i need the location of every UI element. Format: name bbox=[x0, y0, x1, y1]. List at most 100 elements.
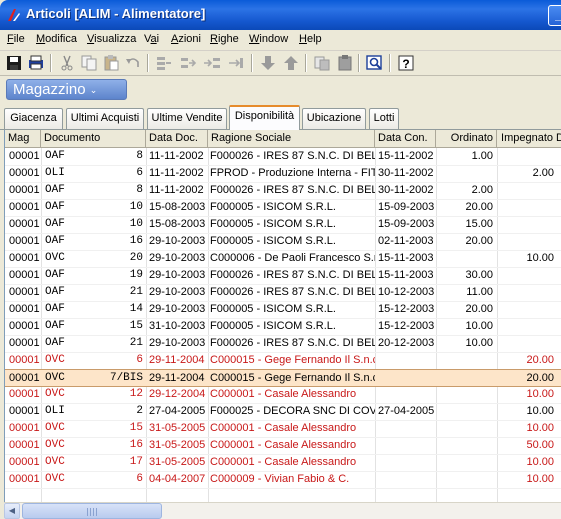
column-header-impegnato[interactable]: Impegnato D bbox=[497, 130, 561, 147]
menu-vai[interactable]: Vai bbox=[144, 33, 159, 45]
cell-mag: 00001 bbox=[9, 337, 40, 349]
cell-doc-type: OAF bbox=[45, 218, 65, 230]
arrow-down-icon[interactable] bbox=[259, 54, 277, 72]
column-header-ordinato[interactable]: Ordinato bbox=[436, 130, 497, 147]
cell-data-doc: 29-10-2003 bbox=[149, 286, 206, 298]
table-row[interactable]: 00001 OVC 17 31-05-2005 C000001 - Casale Ale… bbox=[5, 454, 561, 472]
cell-data-con: 15-09-2003 bbox=[378, 201, 435, 213]
save-icon[interactable] bbox=[5, 54, 23, 72]
cell-impegnato: 10.00 bbox=[526, 388, 554, 400]
tab-giacenza[interactable]: Giacenza bbox=[4, 108, 63, 129]
cell-data-doc: 29-10-2003 bbox=[149, 235, 206, 247]
cell-data-con: 15-12-2003 bbox=[378, 303, 435, 315]
cell-doc-type: OVC bbox=[45, 422, 65, 434]
menu-righe[interactable]: Righe bbox=[210, 33, 239, 45]
cell-doc-number: 8 bbox=[136, 150, 143, 162]
paste-icon[interactable] bbox=[102, 54, 120, 72]
cell-doc-type: OVC bbox=[45, 439, 65, 451]
menu-azioni[interactable]: Azioni bbox=[171, 33, 201, 45]
cell-data-doc: 29-10-2003 bbox=[149, 337, 206, 349]
cut-icon[interactable] bbox=[58, 54, 76, 72]
cell-data-doc: 31-05-2005 bbox=[149, 422, 206, 434]
tab-ultimi-acquisti[interactable]: Ultimi Acquisti bbox=[66, 108, 144, 129]
magazzino-dropdown-button[interactable]: Magazzino ⌄ bbox=[6, 79, 127, 100]
cell-doc-number: 20 bbox=[129, 252, 143, 264]
cell-mag: 00001 bbox=[9, 439, 40, 451]
table-row[interactable]: 00001 OLI 2 27-04-2005 F000025 - DECORA SNC … bbox=[5, 403, 561, 421]
cell-ragione-sociale: F000005 - ISICOM S.R.L. bbox=[210, 303, 336, 315]
move-row-end-icon[interactable] bbox=[227, 54, 245, 72]
cell-ordinato: 20.00 bbox=[465, 235, 493, 247]
table-row[interactable]: 00001 OVC 16 31-05-2005 C000001 - Casale Ale… bbox=[5, 437, 561, 455]
table-row[interactable]: 00001 OLI 6 11-11-2002 FPROD - Produzione In… bbox=[5, 165, 561, 183]
cell-ragione-sociale: C000009 - Vivian Fabio & C. bbox=[210, 473, 350, 485]
preview-icon[interactable] bbox=[366, 54, 384, 72]
cell-impegnato bbox=[497, 284, 556, 301]
table-row[interactable]: 00001 OAF 14 29-10-2003 F000005 - ISICOM S.R… bbox=[5, 301, 561, 319]
menu-file[interactable]: File bbox=[7, 33, 25, 45]
cell-impegnato: 20.00 bbox=[526, 354, 554, 366]
table-row[interactable]: 00001 OAF 15 31-10-2003 F000005 - ISICOM S.R… bbox=[5, 318, 561, 336]
cell-data-doc: 29-10-2003 bbox=[149, 269, 206, 281]
table-row[interactable]: 00001 OAF 10 15-08-2003 F000005 - ISICOM S.R… bbox=[5, 216, 561, 234]
table-row[interactable]: 00001 OVC 20 29-10-2003 C000006 - De Paoli F… bbox=[5, 250, 561, 268]
column-header-ragione-sociale[interactable]: Ragione Sociale bbox=[208, 130, 375, 147]
column-header-mag[interactable]: Mag bbox=[5, 130, 41, 147]
table-row[interactable]: 00001 OAF 19 29-10-2003 F000026 - IRES 87 S.… bbox=[5, 267, 561, 285]
insert-row-icon[interactable] bbox=[155, 54, 173, 72]
cell-data-doc: 11-11-2002 bbox=[149, 184, 204, 196]
cell-doc-type: OAF bbox=[45, 235, 65, 247]
table-row[interactable]: 00001 OAF 21 29-10-2003 F000026 - IRES 87 S.… bbox=[5, 335, 561, 353]
menu-help[interactable]: Help bbox=[299, 33, 322, 45]
copy-icon[interactable] bbox=[80, 54, 98, 72]
print-preview-icon[interactable] bbox=[27, 54, 45, 72]
move-row-right-icon[interactable] bbox=[179, 54, 197, 72]
column-header-documento[interactable]: Documento bbox=[41, 130, 146, 147]
table-row[interactable]: 00001 OAF 10 15-08-2003 F000005 - ISICOM S.R… bbox=[5, 199, 561, 217]
minimize-icon: _ bbox=[555, 8, 561, 22]
tab-ultime-vendite[interactable]: Ultime Vendite bbox=[147, 108, 227, 129]
tab-ubicazione[interactable]: Ubicazione bbox=[302, 108, 366, 129]
tab-disponibilita[interactable]: Disponibilità bbox=[229, 105, 300, 130]
cell-data-con: 15-12-2003 bbox=[378, 320, 435, 332]
cell-doc-number: 16 bbox=[129, 439, 143, 451]
cell-ordinato bbox=[436, 454, 495, 471]
horizontal-scrollbar[interactable]: ◀ bbox=[4, 502, 561, 519]
availability-grid[interactable]: Mag Documento Data Doc. Ragione Sociale … bbox=[4, 130, 561, 502]
table-row[interactable]: 00001 OAF 16 29-10-2003 F000005 - ISICOM S.R… bbox=[5, 233, 561, 251]
menu-visualizza[interactable]: Visualizza bbox=[87, 33, 136, 45]
undo-icon[interactable] bbox=[124, 54, 142, 72]
cell-impegnato bbox=[497, 182, 556, 199]
help-icon[interactable]: ? bbox=[397, 54, 415, 72]
chevron-down-icon: ⌄ bbox=[89, 85, 98, 95]
cell-impegnato: 10.00 bbox=[526, 456, 554, 468]
cell-ordinato: 30.00 bbox=[465, 269, 493, 281]
table-row[interactable]: 00001 OVC 6 29-11-2004 C000015 - Gege Fernan… bbox=[5, 352, 561, 370]
cell-mag: 00001 bbox=[9, 320, 40, 332]
minimize-button[interactable]: _ bbox=[548, 5, 561, 26]
table-row[interactable]: 00001 OVC 7/BIS 29-11-2004 C000015 - Gege Fe… bbox=[5, 369, 561, 387]
table-row[interactable]: 00001 OAF 8 11-11-2002 F000026 - IRES 87 S.N… bbox=[5, 148, 561, 166]
table-row[interactable]: 00001 OAF 8 11-11-2002 F000026 - IRES 87 S.N… bbox=[5, 182, 561, 200]
column-header-data-doc[interactable]: Data Doc. bbox=[146, 130, 208, 147]
paste-record-icon[interactable] bbox=[336, 54, 354, 72]
cell-ragione-sociale: C000015 - Gege Fernando Il S.n.c bbox=[210, 354, 375, 366]
arrow-up-icon[interactable] bbox=[282, 54, 300, 72]
title-bar: Articoli [ALIM - Alimentatore] _ bbox=[0, 0, 561, 30]
table-row[interactable]: 00001 OVC 12 29-12-2004 C000001 - Casale Ale… bbox=[5, 386, 561, 404]
menu-modifica[interactable]: Modifica bbox=[36, 33, 77, 45]
menu-bar: File Modifica Visualizza Vai Azioni Righ… bbox=[0, 30, 561, 51]
cell-ordinato bbox=[436, 420, 495, 437]
tab-lotti[interactable]: Lotti bbox=[369, 108, 399, 129]
cell-doc-number: 15 bbox=[129, 320, 143, 332]
copy-record-icon[interactable] bbox=[313, 54, 331, 72]
menu-window[interactable]: Window bbox=[249, 33, 288, 45]
scroll-left-button[interactable]: ◀ bbox=[4, 503, 20, 519]
table-row[interactable]: 00001 OVC 15 31-05-2005 C000001 - Casale Ale… bbox=[5, 420, 561, 438]
move-row-in-icon[interactable] bbox=[203, 54, 221, 72]
table-row[interactable]: 00001 OVC 6 04-04-2007 C000009 - Vivian Fabi… bbox=[5, 471, 561, 489]
cell-data-doc: 31-05-2005 bbox=[149, 456, 206, 468]
table-row[interactable]: 00001 OAF 21 29-10-2003 F000026 - IRES 87 S.… bbox=[5, 284, 561, 302]
scrollbar-thumb[interactable] bbox=[22, 503, 162, 519]
column-header-data-con[interactable]: Data Con. bbox=[375, 130, 436, 147]
